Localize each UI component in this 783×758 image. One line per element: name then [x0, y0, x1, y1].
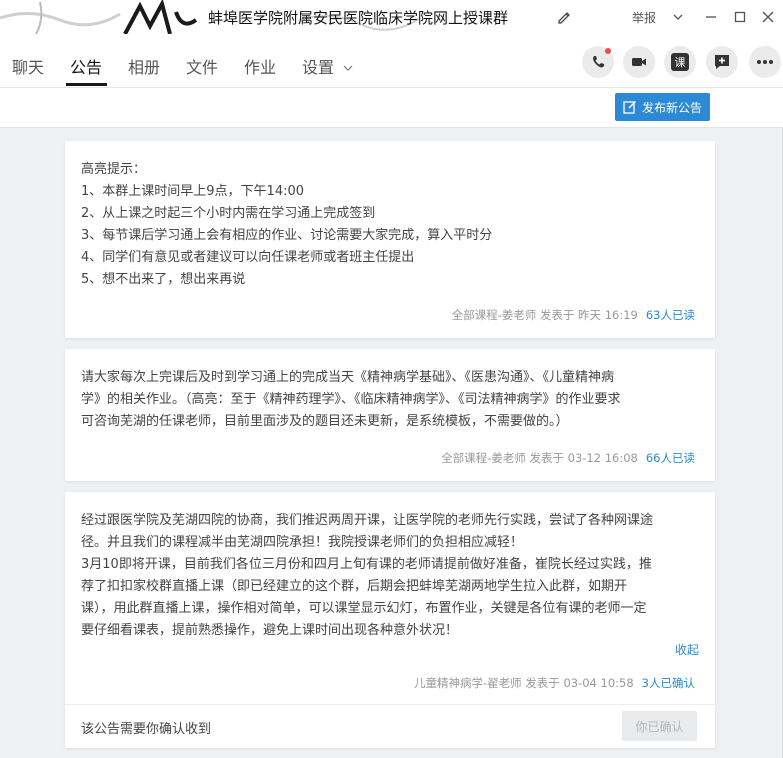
- edit-icon[interactable]: [556, 9, 572, 25]
- read-count[interactable]: 66人已读: [646, 451, 695, 465]
- author-info: 全部课程-姜老师 发表于 03-12 16:08: [441, 451, 638, 465]
- minimize-icon[interactable]: [701, 7, 721, 27]
- announcement-line: 3、每节课后学习通上会有相应的作业、讨论需要大家完成，算入平时分: [81, 228, 493, 243]
- announcement-card[interactable]: 请大家每次上完课后及时到学习通上的完成当天《精神病学基础》、《医患沟通》、《儿童…: [65, 349, 715, 481]
- announcement-line: 请大家每次上完课后及时到学习通上的完成当天《精神病学基础》、《医患沟通》、《儿童…: [81, 370, 615, 385]
- announcement-content: 请大家每次上完课后及时到学习通上的完成当天《精神病学基础》、《医患沟通》、《儿童…: [65, 349, 715, 433]
- publish-label: 发布新公告: [641, 100, 702, 115]
- announcement-list[interactable]: 高亮提示： 1、本群上课时间早上9点，下午14:00 2、从上课之时起三个小时内…: [0, 128, 783, 758]
- title-bar: 蚌埠医学院附属安民医院临床学院网上授课群 举报: [0, 0, 783, 34]
- window-title: 蚌埠医学院附属安民医院临床学院网上授课群: [208, 9, 509, 27]
- announcement-line: 课），用此群直播上课，操作相对简单，可以课堂显示幻灯，布置作业，关键是各位有课的…: [81, 601, 647, 616]
- confirm-bar: 该公告需要你确认收到 你已确认: [65, 704, 715, 748]
- announcement-line: 4、同学们有意见或者建议可以向任课老师或者班主任提出: [81, 250, 415, 265]
- phone-icon: [593, 56, 604, 68]
- close-icon[interactable]: [758, 7, 778, 27]
- announcement-card[interactable]: 经过跟医学院及芜湖四院的协商，我们推迟两周开课，让医学院的老师先行实践，尝试了各…: [65, 492, 715, 748]
- author-info: 全部课程-姜老师 发表于 昨天 16:19: [451, 308, 638, 322]
- announcement-line: 要仔细看课表，提前熟悉操作，避免上课时间出现各种意外状况！: [81, 623, 459, 638]
- tab-files[interactable]: 文件: [186, 54, 218, 78]
- announcement-meta: 儿童精神病学-翟老师 发表于 03-04 10:58 3人已确认: [414, 675, 695, 691]
- chevron-down-icon[interactable]: [668, 7, 688, 27]
- notification-dot: [605, 48, 611, 54]
- tab-settings[interactable]: 设置: [302, 54, 353, 78]
- publish-announcement-button[interactable]: 发布新公告: [615, 93, 710, 121]
- announcement-line: 可咨询芜湖的任课老师，目前里面涉及的题目还未更新，是系统模板，不需要做的。）: [81, 414, 569, 429]
- add-chat-icon: [715, 55, 729, 69]
- tab-homework[interactable]: 作业: [244, 54, 276, 78]
- announcement-line: 经过跟医学院及芜湖四院的协商，我们推迟两周开课，让医学院的老师先行实践，尝试了各…: [81, 513, 654, 528]
- announcement-meta: 全部课程-姜老师 发表于 03-12 16:08 66人已读: [441, 450, 695, 466]
- group-nav: 聊天 公告 相册 文件 作业 设置 课: [0, 34, 783, 88]
- announcement-line: 高亮提示：: [81, 162, 147, 177]
- compose-icon: [623, 100, 637, 114]
- report-button[interactable]: 举报: [632, 9, 656, 26]
- tab-settings-label: 设置: [302, 58, 335, 77]
- announcement-line: 荐了扣扣家校群直播上课（即已经建立的这个群，后期会把蚌埠芜湖两地学生拉入此群，如…: [81, 579, 628, 594]
- announcement-line: 5、想不出来了，想出来再说: [81, 272, 246, 287]
- voice-call-button[interactable]: [582, 46, 614, 78]
- confirm-count[interactable]: 3人已确认: [642, 676, 695, 690]
- maximize-icon[interactable]: [730, 7, 750, 27]
- class-button[interactable]: 课: [664, 46, 696, 78]
- confirmed-button[interactable]: 你已确认: [622, 711, 697, 741]
- read-count[interactable]: 63人已读: [646, 308, 695, 322]
- tab-chat[interactable]: 聊天: [12, 54, 44, 78]
- announcement-card[interactable]: 高亮提示： 1、本群上课时间早上9点，下午14:00 2、从上课之时起三个小时内…: [65, 141, 715, 338]
- chevron-down-icon: [343, 65, 353, 71]
- class-icon: 课: [671, 53, 689, 71]
- video-call-button[interactable]: [623, 46, 655, 78]
- announcement-line: 3月10即将开课，目前我们各位三月份和四月上旬有课的老师请提前做好准备，崔院长经…: [81, 557, 652, 572]
- tab-album[interactable]: 相册: [128, 54, 160, 78]
- active-tab-indicator: [66, 83, 107, 86]
- announcement-line: 径。并且我们的课程减半由芜湖四院承担！我院授课老师们的负担相应减轻！: [81, 535, 524, 550]
- announcement-content: 高亮提示： 1、本群上课时间早上9点，下午14:00 2、从上课之时起三个小时内…: [65, 141, 715, 291]
- announcement-meta: 全部课程-姜老师 发表于 昨天 16:19 63人已读: [452, 307, 695, 323]
- more-button[interactable]: [749, 46, 781, 78]
- announcement-content: 经过跟医学院及芜湖四院的协商，我们推迟两周开课，让医学院的老师先行实践，尝试了各…: [65, 492, 715, 642]
- tab-announcements[interactable]: 公告: [70, 54, 102, 78]
- announcement-line: 2、从上课之时起三个小时内需在学习通上完成签到: [81, 206, 376, 221]
- announcement-line: 1、本群上课时间早上9点，下午14:00: [81, 184, 305, 199]
- author-info: 儿童精神病学-翟老师 发表于 03-04 10:58: [413, 676, 634, 690]
- announcement-line: 学》的相关作业。（高亮：至于《精神药理学》、《临床精神病学》、《司法精神病学》的…: [81, 392, 621, 407]
- collapse-link[interactable]: 收起: [675, 641, 699, 658]
- announcement-toolbar: 发布新公告: [0, 88, 783, 128]
- add-app-button[interactable]: [706, 46, 738, 78]
- confirm-prompt: 该公告需要你确认收到: [81, 722, 212, 737]
- more-icon: [757, 60, 773, 64]
- video-icon: [632, 58, 646, 66]
